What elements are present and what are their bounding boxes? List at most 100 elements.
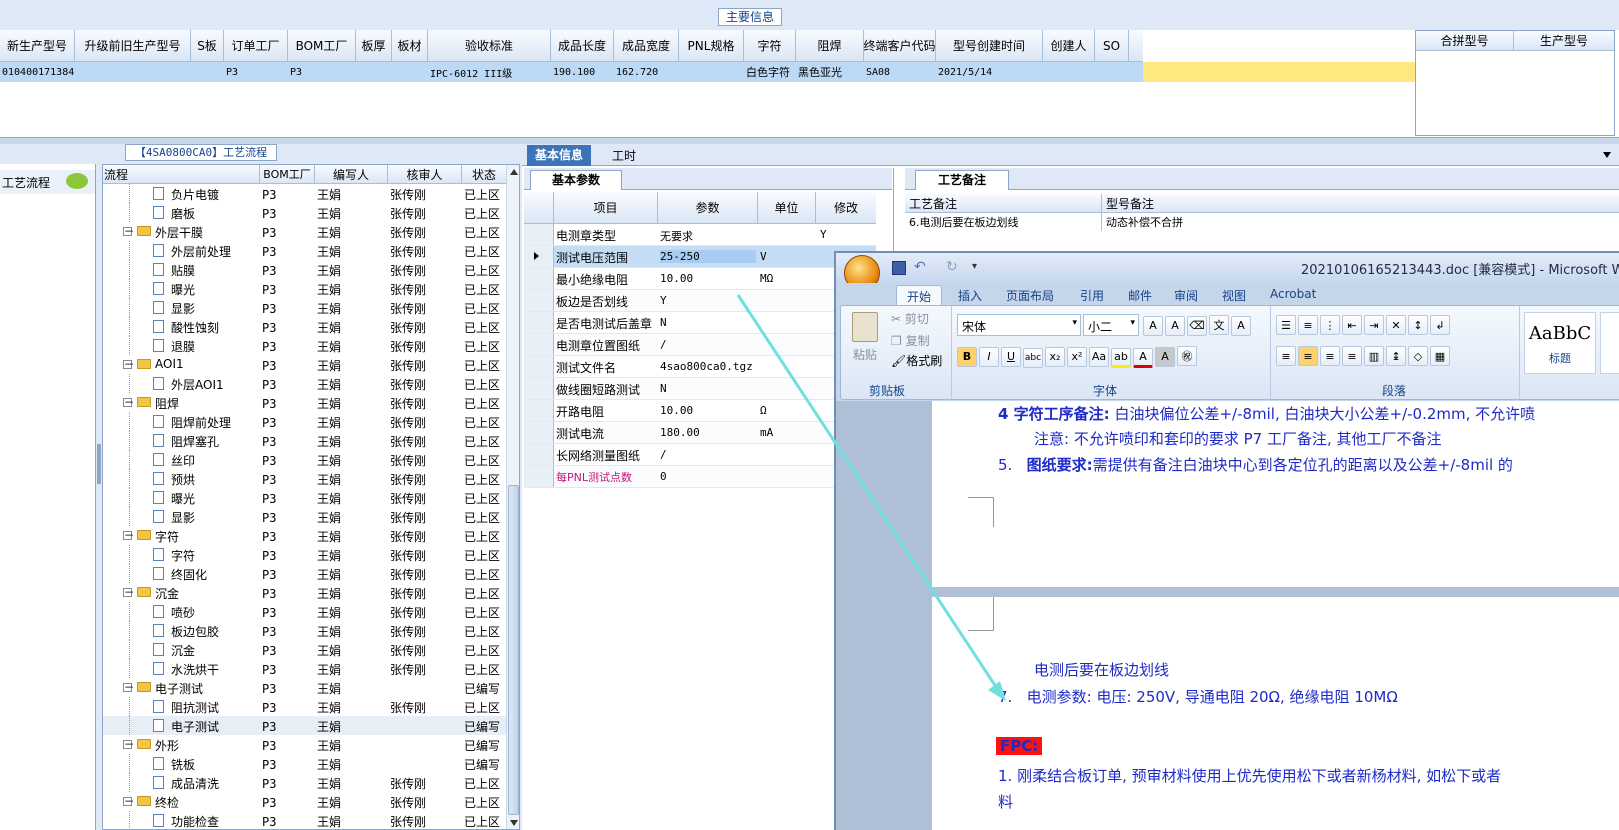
shrink-font-icon[interactable]: A	[1165, 315, 1185, 336]
collapse-toggle-icon[interactable]: −	[123, 738, 134, 750]
row-selector[interactable]	[524, 400, 554, 421]
save-icon[interactable]	[892, 261, 906, 275]
show-marks-icon[interactable]: ↲	[1430, 315, 1450, 335]
main-grid-cell-15[interactable]	[1043, 62, 1095, 82]
align-center-icon[interactable]: ≡	[1298, 346, 1318, 366]
process-tree-row[interactable]: 酸性蚀刻 P3 王娟 张传刚 已上区	[103, 317, 506, 336]
main-grid-cell-14[interactable]: 2021/5/14	[936, 62, 1043, 82]
main-grid-cell-13[interactable]: SA08	[864, 62, 936, 82]
bullets-icon[interactable]: ☰	[1276, 315, 1296, 335]
process-tree-row[interactable]: 贴膜 P3 王娟 张传刚 已上区	[103, 260, 506, 279]
process-tree-row[interactable]: − 阻焊 P3 王娟 张传刚 已上区	[103, 393, 506, 412]
scroll-down-arrow-icon[interactable]	[510, 820, 518, 826]
row-selector[interactable]	[524, 444, 554, 465]
main-grid-cell-6[interactable]	[392, 62, 428, 82]
process-tree-row[interactable]: 磨板 P3 王娟 张传刚 已上区	[103, 203, 506, 222]
cut-button[interactable]: ✂ 剪切	[891, 310, 929, 327]
char-border-icon[interactable]: A	[1231, 315, 1251, 336]
process-tree-row[interactable]: 曝光 P3 王娟 张传刚 已上区	[103, 488, 506, 507]
process-tree-row[interactable]: 退膜 P3 王娟 张传刚 已上区	[103, 336, 506, 355]
italic-icon[interactable]: I	[979, 346, 999, 367]
main-grid-cell-10[interactable]	[679, 62, 744, 82]
process-tree-row[interactable]: 沉金 P3 王娟 张传刚 已上区	[103, 640, 506, 659]
main-grid-cell-16[interactable]	[1095, 62, 1129, 82]
tab-basic-params[interactable]: 基本参数	[530, 170, 622, 190]
process-tree-row[interactable]: − 外层干膜 P3 王娟 张传刚 已上区	[103, 222, 506, 241]
tab-work-hours[interactable]: 工时	[604, 147, 644, 165]
process-tree-row[interactable]: 喷砂 P3 王娟 张传刚 已上区	[103, 602, 506, 621]
collapse-toggle-icon[interactable]: −	[123, 681, 134, 693]
process-tree-row[interactable]: − AOI1 P3 王娟 张传刚 已上区	[103, 355, 506, 374]
ribbon-tab-1[interactable]: 插入	[948, 285, 992, 306]
main-grid-cell-1[interactable]	[75, 62, 191, 82]
collapse-toggle-icon[interactable]: −	[123, 358, 134, 370]
style-heading-card[interactable]: AaBbC 标题	[1524, 312, 1596, 374]
remarks-row[interactable]: 6.电测后要在板边划线 动态补偿不合拼	[905, 213, 1619, 231]
paste-button[interactable]: 粘贴	[847, 310, 883, 372]
row-selector[interactable]	[524, 422, 554, 443]
scroll-up-arrow-icon[interactable]	[510, 169, 518, 175]
process-tree-row[interactable]: 铣板 P3 王娟 已编写	[103, 754, 506, 773]
row-selector[interactable]	[524, 356, 554, 377]
styles-gallery[interactable]: AaBbC 标题	[1524, 312, 1619, 376]
params-row[interactable]: 每PNL测试点数 0	[524, 466, 876, 488]
main-grid-cell-8[interactable]: 190.100	[551, 62, 614, 82]
ribbon-tab-5[interactable]: 审阅	[1164, 285, 1208, 306]
collapse-toggle-icon[interactable]: −	[123, 529, 134, 541]
process-tree-row[interactable]: − 字符 P3 王娟 张传刚 已上区	[103, 526, 506, 545]
row-selector[interactable]	[524, 378, 554, 399]
row-selector[interactable]	[524, 290, 554, 311]
process-tree-row[interactable]: 外层前处理 P3 王娟 张传刚 已上区	[103, 241, 506, 260]
process-tree-row[interactable]: 预烘 P3 王娟 张传刚 已上区	[103, 469, 506, 488]
highlight-icon[interactable]: ab	[1111, 347, 1131, 368]
params-row[interactable]: 测试文件名 4sao800ca0.tgz	[524, 356, 876, 378]
process-tree-row[interactable]: 电子测试 P3 王娟 已编写	[103, 716, 506, 735]
main-grid-cell-3[interactable]: P3	[224, 62, 288, 82]
ribbon-tab-2[interactable]: 页面布局	[996, 285, 1064, 306]
param-value[interactable]: 180.00	[660, 426, 756, 439]
main-grid-cell-9[interactable]: 162.720	[614, 62, 679, 82]
decrease-indent-icon[interactable]: ⇤	[1342, 315, 1362, 335]
multilevel-list-icon[interactable]: ⋮	[1320, 315, 1340, 335]
process-tree-row[interactable]: 字符 P3 王娟 张传刚 已上区	[103, 545, 506, 564]
bold-icon[interactable]: B	[957, 346, 977, 367]
process-tree-row[interactable]: 显影 P3 王娟 张传刚 已上区	[103, 298, 506, 317]
change-case-icon[interactable]: Aa	[1089, 346, 1109, 367]
params-row[interactable]: 电测章类型 无要求 Y	[524, 224, 876, 246]
left-collapse-handle[interactable]	[97, 444, 101, 484]
redo-icon[interactable]: ↻	[946, 259, 962, 275]
param-value[interactable]: Y	[660, 294, 756, 307]
params-row[interactable]: 电测章位置图纸 /	[524, 334, 876, 356]
main-grid-cell-11[interactable]: 白色字符	[744, 62, 796, 82]
collapse-toggle-icon[interactable]: −	[123, 586, 134, 598]
chinese-layout-icon[interactable]: ✕	[1386, 315, 1406, 335]
param-value[interactable]: 无要求	[660, 228, 756, 244]
params-row[interactable]: 测试电压范围 25-250 V	[524, 246, 876, 268]
quick-access-dropdown-icon[interactable]: ▾	[972, 259, 984, 275]
process-tree-row[interactable]: 板边包胶 P3 王娟 张传刚 已上区	[103, 621, 506, 640]
params-row[interactable]: 开路电阻 10.00 Ω	[524, 400, 876, 422]
process-tree-row[interactable]: 成品清洗 P3 王娟 张传刚 已上区	[103, 773, 506, 792]
process-tree-row[interactable]: 阻焊前处理 P3 王娟 张传刚 已上区	[103, 412, 506, 431]
process-tree-row[interactable]: − 沉金 P3 王娟 张传刚 已上区	[103, 583, 506, 602]
line-spacing-icon[interactable]: ↨	[1386, 346, 1406, 366]
params-row[interactable]: 长网络测量图纸 /	[524, 444, 876, 466]
borders-icon[interactable]: ▦	[1430, 346, 1450, 366]
main-grid-cell-5[interactable]	[356, 62, 392, 82]
font-size-select[interactable]: 小二 ▾	[1083, 314, 1139, 336]
row-selector[interactable]	[524, 268, 554, 289]
process-tree-scrollbar[interactable]	[506, 165, 519, 829]
param-value[interactable]: 25-250	[660, 250, 756, 263]
main-grid-row[interactable]: 010400171384 P3 P3 IPC-6012 III级 190.100 162.…	[0, 62, 1143, 82]
main-grid-cell-7[interactable]: IPC-6012 III级	[428, 62, 551, 82]
phonetic-icon[interactable]: 文	[1209, 315, 1229, 335]
row-selector[interactable]	[524, 466, 554, 487]
grow-font-icon[interactable]: A	[1143, 315, 1163, 336]
tabbar-dropdown-icon[interactable]	[1603, 152, 1611, 158]
strikethrough-icon[interactable]: abc	[1023, 348, 1043, 368]
page-1[interactable]: 4 字符工序备注: 白油块偏位公差+/-8mil, 白油块大小公差+/-0.2m…	[932, 401, 1619, 587]
font-color-icon[interactable]: A	[1133, 347, 1153, 368]
params-row[interactable]: 最小绝缘电阻 10.00 MΩ	[524, 268, 876, 290]
main-grid-cell-12[interactable]: 黑色亚光	[796, 62, 864, 82]
process-tree-row[interactable]: 曝光 P3 王娟 张传刚 已上区	[103, 279, 506, 298]
